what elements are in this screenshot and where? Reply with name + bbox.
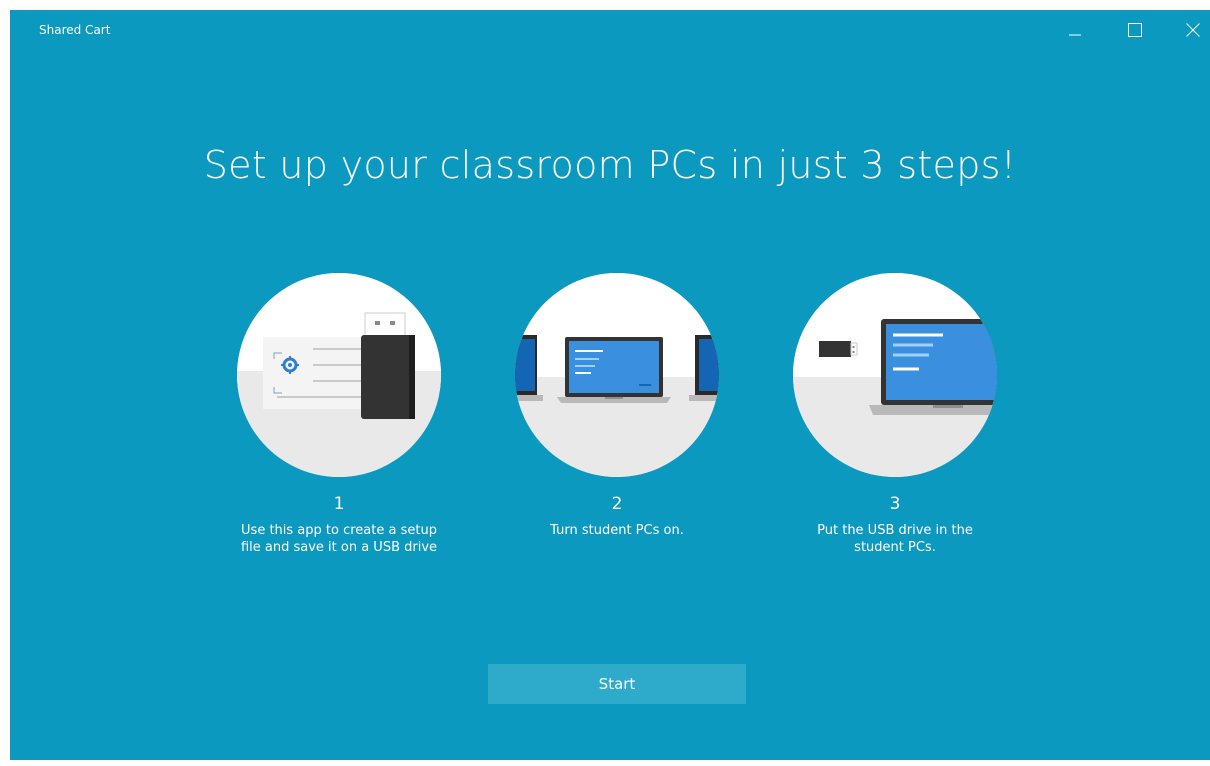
step-number: 1 — [333, 494, 345, 514]
page-heading: Set up your classroom PCs in just 3 step… — [203, 143, 1017, 187]
step-3: 3 Put the USB drive in the student PCs. — [765, 273, 1025, 556]
laptops-row-illustration — [515, 273, 719, 477]
close-button[interactable] — [1170, 10, 1210, 50]
minimize-button[interactable] — [1052, 10, 1098, 50]
title-bar: Shared Cart — [10, 10, 1210, 50]
start-button[interactable]: Start — [488, 664, 746, 704]
usb-into-laptop-illustration — [793, 273, 997, 477]
close-icon — [1186, 23, 1200, 37]
step-number: 2 — [611, 494, 623, 514]
step-3-illustration — [793, 273, 997, 477]
step-2: 2 Turn student PCs on. — [487, 273, 747, 539]
step-description: Turn student PCs on. — [550, 523, 684, 538]
step-description: Put the USB drive in the student PCs. — [817, 523, 973, 555]
usb-drive-setup-file-illustration — [237, 273, 441, 477]
minimize-icon — [1069, 34, 1081, 36]
step-1: 1 Use this app to create a setup file an… — [209, 273, 469, 556]
step-1-illustration — [237, 273, 441, 477]
step-description: Use this app to create a setup file and … — [240, 523, 438, 555]
app-window: Shared Cart Set up your classroom PCs in… — [10, 10, 1210, 760]
maximize-icon — [1128, 23, 1142, 37]
step-2-illustration — [515, 273, 719, 477]
maximize-button[interactable] — [1112, 10, 1158, 50]
app-title: Shared Cart — [39, 23, 111, 37]
step-number: 3 — [889, 494, 901, 514]
